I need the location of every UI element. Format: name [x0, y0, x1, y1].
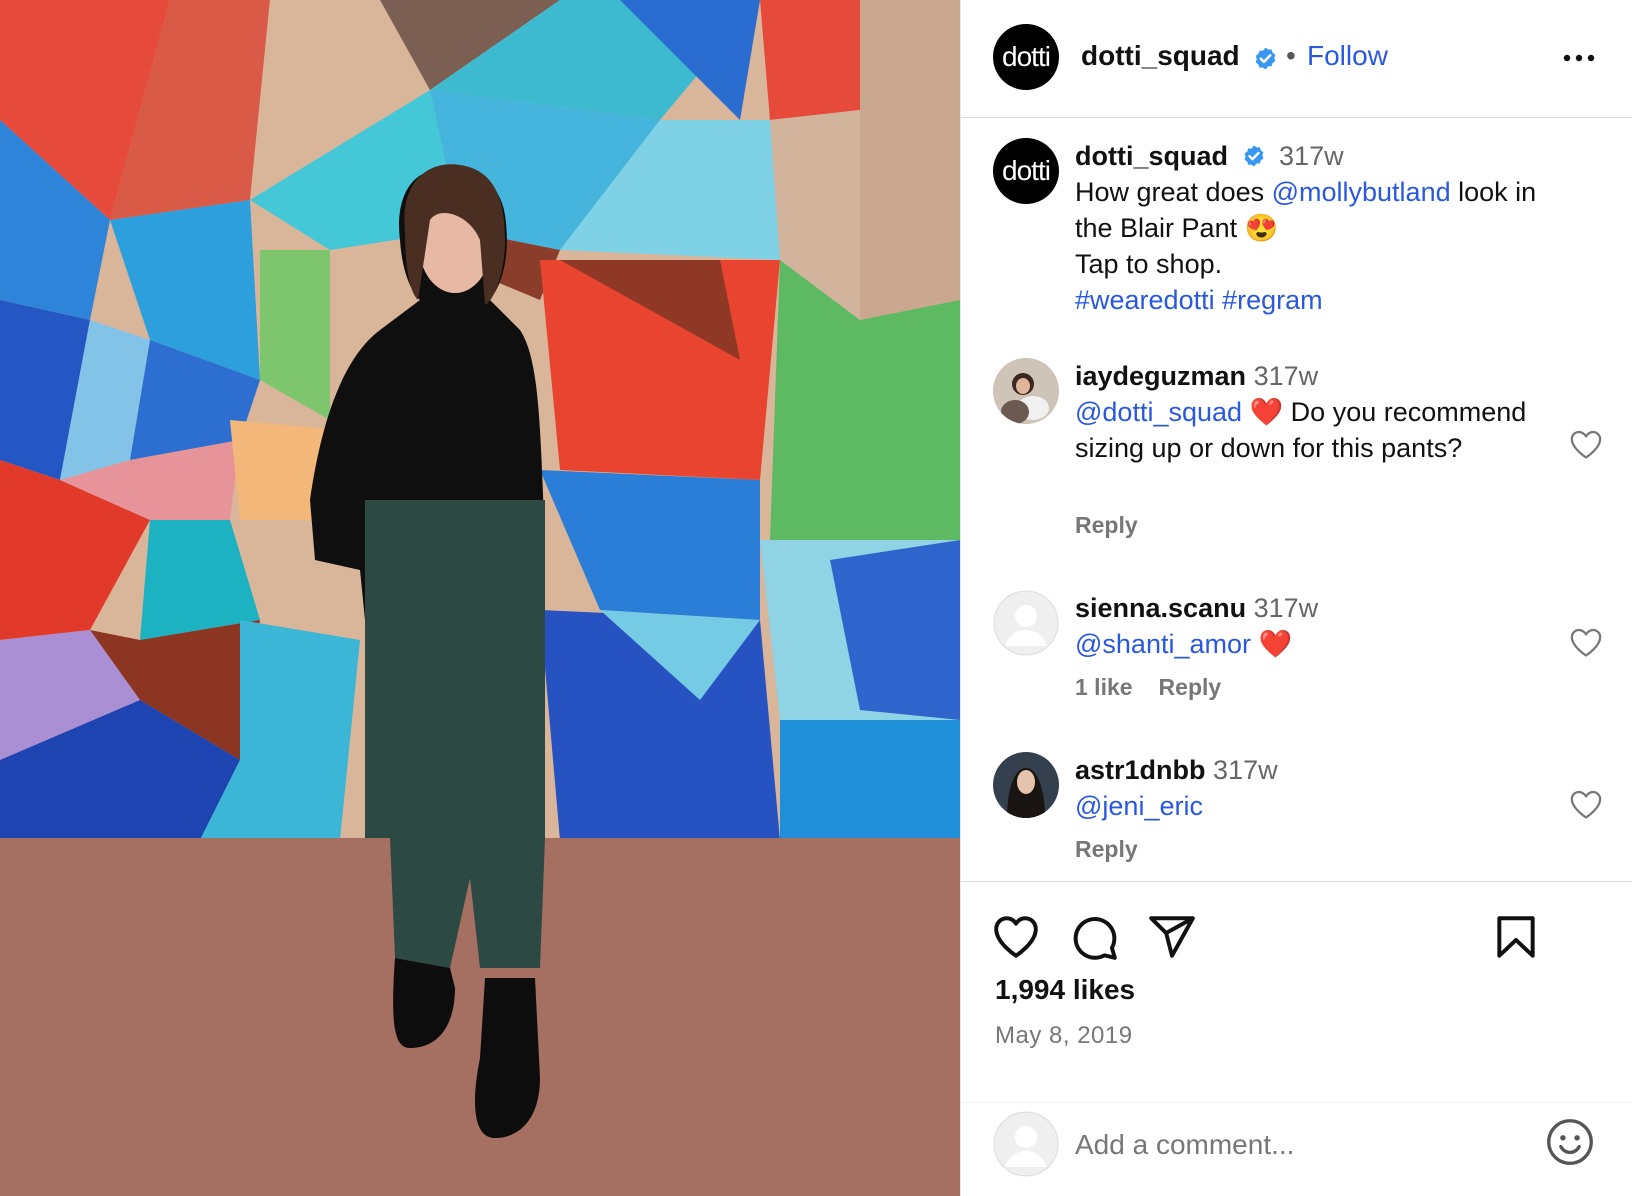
- verified-badge-icon: [1244, 145, 1263, 167]
- author-avatar[interactable]: dotti: [993, 24, 1059, 90]
- default-avatar-icon: [993, 1111, 1059, 1177]
- heart-icon[interactable]: [1569, 428, 1603, 460]
- caption-avatar[interactable]: dotti: [993, 138, 1059, 204]
- caption-hashtags[interactable]: #wearedotti #regram: [1075, 285, 1323, 315]
- heart-icon[interactable]: [1569, 626, 1603, 658]
- reply-button[interactable]: Reply: [1075, 512, 1138, 538]
- comment-mention[interactable]: @shanti_amor: [1075, 629, 1251, 659]
- verified-badge-icon: [1255, 47, 1276, 70]
- commenter-avatar[interactable]: [993, 752, 1059, 818]
- heart-eyes-emoji: 😍: [1244, 213, 1279, 243]
- heart-icon[interactable]: [1569, 788, 1603, 820]
- action-bar: 1,994 likes May 8, 2019: [961, 882, 1632, 1102]
- default-avatar-icon[interactable]: [993, 590, 1059, 656]
- comment-meta: Reply: [1075, 512, 1164, 539]
- header-separator: •: [1286, 40, 1296, 71]
- comment-bubble-icon[interactable]: [1069, 912, 1119, 962]
- comments-list[interactable]: dotti dotti_squad 317w How great does @m…: [961, 118, 1632, 882]
- post-side-panel: dotti dotti_squad • Follow dotti dotti_s…: [960, 0, 1632, 1196]
- reply-button[interactable]: Reply: [1075, 836, 1138, 862]
- caption-mention[interactable]: @mollybutland: [1272, 177, 1451, 207]
- more-dots-icon[interactable]: [1561, 44, 1597, 72]
- comment-time[interactable]: 317w: [1254, 361, 1319, 391]
- add-comment-bar: [961, 1102, 1632, 1196]
- red-heart-emoji: ❤️: [1258, 629, 1293, 659]
- comment-time[interactable]: 317w: [1213, 755, 1278, 785]
- comment-like-count[interactable]: 1 like: [1075, 674, 1133, 700]
- comment-meta: 1 like Reply: [1075, 674, 1247, 701]
- caption-line2: Tap to shop.: [1075, 249, 1223, 279]
- reply-button[interactable]: Reply: [1159, 674, 1222, 700]
- author-username[interactable]: dotti_squad: [1081, 40, 1240, 72]
- post-header: dotti dotti_squad • Follow: [961, 0, 1632, 118]
- bookmark-icon[interactable]: [1491, 912, 1541, 962]
- post-date[interactable]: May 8, 2019: [995, 1022, 1133, 1050]
- comment-mention[interactable]: @dotti_squad: [1075, 397, 1242, 427]
- follow-button[interactable]: Follow: [1307, 40, 1388, 72]
- like-heart-icon[interactable]: [991, 912, 1041, 962]
- likes-count[interactable]: 1,994 likes: [995, 974, 1135, 1006]
- emoji-smiley-icon[interactable]: [1545, 1117, 1595, 1167]
- comment-meta: Reply: [1075, 836, 1164, 863]
- comment-username[interactable]: astr1dnbb: [1075, 755, 1206, 785]
- commenter-avatar[interactable]: [993, 358, 1059, 424]
- comment-username[interactable]: iaydeguzman: [1075, 361, 1246, 391]
- photo-ground: [0, 838, 960, 1196]
- mural-background: [0, 0, 960, 840]
- paper-plane-icon[interactable]: [1147, 912, 1197, 962]
- comment-time[interactable]: 317w: [1254, 593, 1319, 623]
- comment-mention[interactable]: @jeni_eric: [1075, 791, 1203, 821]
- post-photo[interactable]: [0, 0, 960, 1196]
- add-comment-input[interactable]: [1075, 1121, 1515, 1169]
- caption-time[interactable]: 317w: [1279, 141, 1344, 171]
- caption-username[interactable]: dotti_squad: [1075, 141, 1228, 171]
- caption-text-before: How great does: [1075, 177, 1272, 207]
- comment-username[interactable]: sienna.scanu: [1075, 593, 1246, 623]
- red-heart-emoji: ❤️: [1249, 397, 1284, 427]
